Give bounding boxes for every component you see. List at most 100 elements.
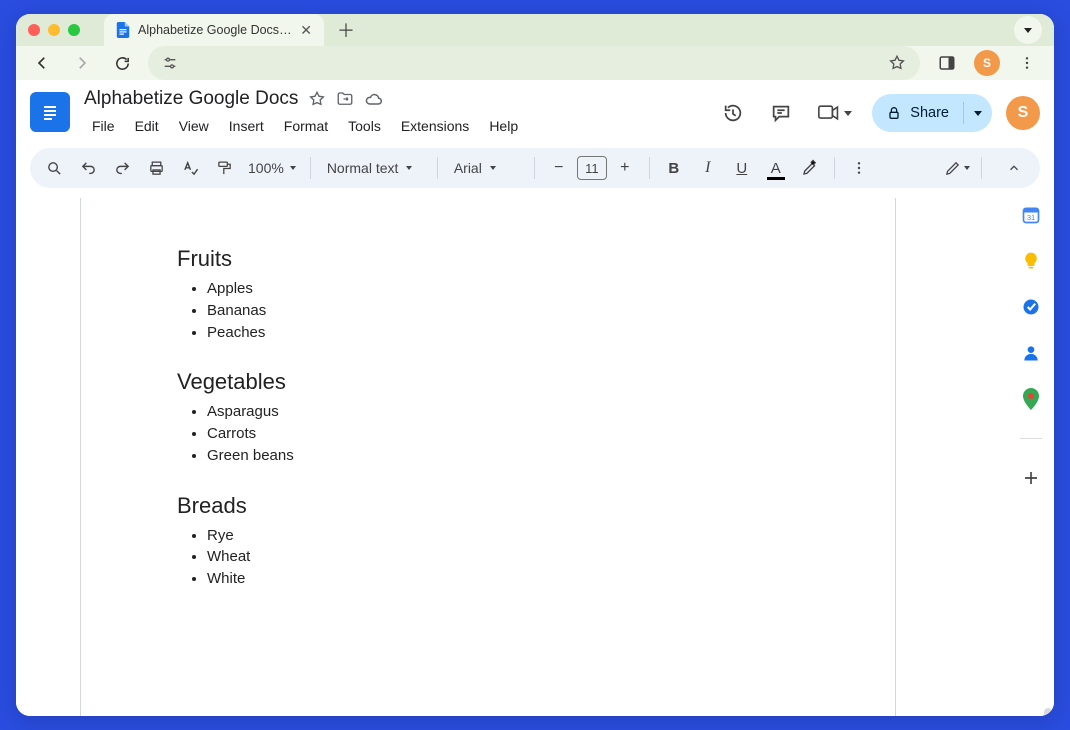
menu-help[interactable]: Help <box>481 114 526 138</box>
list-item[interactable]: Wheat <box>207 546 799 568</box>
font-size-decrease[interactable]: − <box>543 152 575 184</box>
keep-app-icon[interactable] <box>1020 250 1042 272</box>
document-page[interactable]: Fruits ApplesBananasPeaches Vegetables Aspa… <box>80 198 896 716</box>
docs-logo-icon[interactable] <box>30 92 70 132</box>
doc-title[interactable]: Alphabetize Google Docs <box>84 88 298 110</box>
document-canvas[interactable]: Fruits ApplesBananasPeaches Vegetables Aspa… <box>16 198 1006 716</box>
underline-icon[interactable]: U <box>726 152 758 184</box>
section: Vegetables AsparagusCarrotsGreen beans <box>177 369 799 466</box>
contacts-app-icon[interactable] <box>1020 342 1042 364</box>
font-size-input[interactable]: 11 <box>577 156 607 180</box>
redo-icon[interactable] <box>106 152 138 184</box>
site-settings-icon[interactable] <box>162 55 178 71</box>
account-avatar[interactable]: S <box>1006 96 1040 130</box>
print-icon[interactable] <box>140 152 172 184</box>
section: Breads RyeWheatWhite <box>177 493 799 590</box>
tab-close-icon[interactable]: ✕ <box>300 22 312 39</box>
browser-profile-avatar[interactable]: S <box>974 50 1000 76</box>
side-panel: 31 <box>1006 198 1054 716</box>
paint-format-icon[interactable] <box>208 152 240 184</box>
tasks-app-icon[interactable] <box>1020 296 1042 318</box>
editing-mode-icon[interactable] <box>941 152 973 184</box>
menu-extensions[interactable]: Extensions <box>393 114 477 138</box>
browser-menu-icon[interactable] <box>1012 48 1042 78</box>
list-item[interactable]: Peaches <box>207 322 799 344</box>
nav-back-button[interactable] <box>28 49 56 77</box>
menu-format[interactable]: Format <box>276 114 336 138</box>
zoom-select[interactable]: 100% <box>242 160 302 176</box>
bookmark-star-icon[interactable] <box>888 54 906 72</box>
section-heading[interactable]: Vegetables <box>177 369 799 395</box>
window-minimize-button[interactable] <box>48 24 60 36</box>
font-size-increase[interactable]: + <box>609 152 641 184</box>
window-zoom-button[interactable] <box>68 24 80 36</box>
menu-tools[interactable]: Tools <box>340 114 389 138</box>
tab-search-button[interactable] <box>1014 16 1042 44</box>
list-item[interactable]: Apples <box>207 278 799 300</box>
nav-reload-button[interactable] <box>108 49 136 77</box>
browser-toolbar: S <box>16 46 1054 80</box>
docs-favicon-icon <box>116 22 130 38</box>
bold-icon[interactable]: B <box>658 152 690 184</box>
share-dropdown[interactable] <box>964 94 992 132</box>
meet-button[interactable] <box>812 96 858 130</box>
calendar-app-icon[interactable]: 31 <box>1020 204 1042 226</box>
list-item[interactable]: Asparagus <box>207 401 799 423</box>
menu-view[interactable]: View <box>171 114 217 138</box>
list-item[interactable]: Carrots <box>207 423 799 445</box>
menu-file[interactable]: File <box>84 114 123 138</box>
browser-window: Alphabetize Google Docs - G ✕ ＋ S <box>16 14 1054 716</box>
browser-tab[interactable]: Alphabetize Google Docs - G ✕ <box>104 14 324 46</box>
search-menus-icon[interactable] <box>38 152 70 184</box>
section-heading[interactable]: Fruits <box>177 246 799 272</box>
get-addons-icon[interactable] <box>1020 467 1042 489</box>
spellcheck-icon[interactable] <box>174 152 206 184</box>
bullet-list: ApplesBananasPeaches <box>177 278 799 343</box>
cloud-status-icon[interactable] <box>364 90 384 108</box>
italic-icon[interactable]: I <box>692 152 724 184</box>
highlight-icon[interactable] <box>794 152 826 184</box>
undo-icon[interactable] <box>72 152 104 184</box>
font-select[interactable]: Arial <box>446 160 526 176</box>
panel-icon[interactable] <box>932 48 962 78</box>
svg-text:31: 31 <box>1026 213 1034 222</box>
share-button[interactable]: Share <box>872 94 963 132</box>
list-item[interactable]: Rye <box>207 525 799 547</box>
docs-toolbar: 100% Normal text Arial − 11 + B I U <box>30 148 1040 188</box>
separator <box>437 157 438 179</box>
font-size-group: − 11 + <box>543 152 641 184</box>
menu-bar: FileEditViewInsertFormatToolsExtensionsH… <box>84 114 526 138</box>
more-tools-icon[interactable] <box>843 152 875 184</box>
separator <box>834 157 835 179</box>
bullet-list: RyeWheatWhite <box>177 525 799 590</box>
maps-app-icon[interactable] <box>1020 388 1042 410</box>
title-row: Alphabetize Google Docs <box>84 88 526 110</box>
style-select[interactable]: Normal text <box>319 160 429 176</box>
title-column: Alphabetize Google Docs FileEditViewInse… <box>84 88 526 138</box>
style-value: Normal text <box>327 160 399 176</box>
history-icon[interactable] <box>716 96 750 130</box>
move-doc-icon[interactable] <box>336 90 354 108</box>
window-controls <box>28 24 80 36</box>
collapse-toolbar-icon[interactable] <box>996 150 1032 186</box>
font-value: Arial <box>454 160 482 176</box>
list-item[interactable]: Bananas <box>207 300 799 322</box>
address-bar[interactable] <box>148 46 920 80</box>
list-item[interactable]: Green beans <box>207 445 799 467</box>
new-tab-button[interactable]: ＋ <box>332 16 360 44</box>
menu-insert[interactable]: Insert <box>221 114 272 138</box>
menu-edit[interactable]: Edit <box>127 114 167 138</box>
lock-icon <box>886 105 902 121</box>
star-doc-icon[interactable] <box>308 90 326 108</box>
text-color-icon[interactable]: A <box>760 152 792 184</box>
section-heading[interactable]: Breads <box>177 493 799 519</box>
zoom-value: 100% <box>248 160 284 176</box>
scrollbar-thumb[interactable] <box>1044 708 1052 716</box>
tab-title: Alphabetize Google Docs - G <box>138 23 292 37</box>
separator <box>310 157 311 179</box>
nav-forward-button[interactable] <box>68 49 96 77</box>
list-item[interactable]: White <box>207 568 799 590</box>
window-close-button[interactable] <box>28 24 40 36</box>
browser-titlebar: Alphabetize Google Docs - G ✕ ＋ <box>16 14 1054 46</box>
comments-icon[interactable] <box>764 96 798 130</box>
